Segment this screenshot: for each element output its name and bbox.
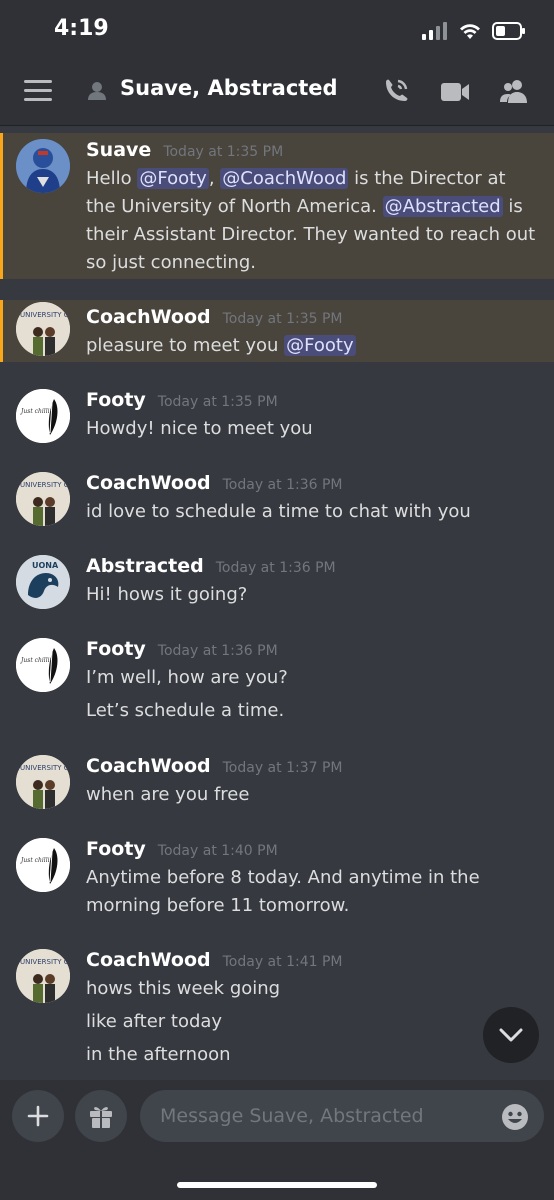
author-name[interactable]: CoachWood — [86, 949, 211, 971]
avatar[interactable]: Just chillin' — [16, 389, 70, 443]
message-item: UNIVERSITY OF NORTH AMERICA CoachWood To… — [0, 943, 554, 1080]
author-name[interactable]: CoachWood — [86, 306, 211, 328]
avatar[interactable]: UNIVERSITY OF NORTH AMERICA — [16, 302, 70, 356]
author-name[interactable]: CoachWood — [86, 472, 211, 494]
avatar[interactable]: Just chillin' — [16, 838, 70, 892]
message-item: Just chillin' Footy Today at 1:40 PM Any… — [0, 832, 554, 932]
feather-avatar-icon: Just chillin' — [16, 389, 70, 443]
scroll-to-bottom-button[interactable] — [483, 1007, 539, 1063]
members-icon[interactable] — [496, 74, 532, 110]
gift-icon — [90, 1107, 112, 1128]
feather-avatar-icon: Just chillin' — [16, 638, 70, 692]
avatar[interactable]: Just chillin' — [16, 638, 70, 692]
timestamp: Today at 1:36 PM — [157, 643, 278, 659]
uona-avatar-icon: UONA — [16, 555, 70, 609]
message-item: Suave Today at 1:35 PM Hello @Footy, @Co… — [0, 133, 554, 279]
message-text: Hello @Footy, @CoachWood is the Director… — [86, 168, 536, 273]
author-name[interactable]: Footy — [86, 389, 146, 411]
avatar[interactable]: UNIVERSITY OF NORTH AMERICA — [16, 755, 70, 809]
captain-avatar-icon — [16, 139, 70, 193]
author-name[interactable]: Abstracted — [86, 555, 204, 577]
timestamp: Today at 1:37 PM — [222, 760, 343, 776]
university-avatar-icon: UNIVERSITY OF NORTH AMERICA — [16, 472, 70, 526]
chevron-down-icon — [499, 1028, 523, 1042]
menu-icon[interactable] — [24, 80, 52, 104]
university-avatar-icon: UNIVERSITY OF NORTH AMERICA — [16, 302, 70, 356]
message-text: hows this week going like after today in… — [86, 978, 281, 1065]
channel-header: Suave, Abstracted — [0, 60, 554, 126]
message-text: when are you free — [86, 784, 250, 805]
call-icon[interactable] — [378, 74, 414, 110]
message-item: UNIVERSITY OF NORTH AMERICA CoachWood To… — [0, 466, 554, 536]
signal-icon — [422, 22, 447, 40]
avatar[interactable]: UNIVERSITY OF NORTH AMERICA — [16, 949, 70, 1003]
wifi-icon — [460, 24, 480, 39]
author-name[interactable]: Footy — [86, 838, 146, 860]
svg-text:UONA: UONA — [32, 561, 59, 570]
author-name[interactable]: CoachWood — [86, 755, 211, 777]
svg-text:UNIVERSITY OF NORTH AMERICA: UNIVERSITY OF NORTH AMERICA — [20, 311, 70, 319]
author-name[interactable]: Suave — [86, 139, 151, 161]
plus-icon — [27, 1105, 49, 1127]
message-text: Howdy! nice to meet you — [86, 418, 313, 439]
timestamp: Today at 1:36 PM — [222, 477, 343, 493]
message-text: pleasure to meet you @Footy — [86, 335, 356, 356]
svg-text:UNIVERSITY OF NORTH AMERICA: UNIVERSITY OF NORTH AMERICA — [20, 481, 70, 489]
message-item: Just chillin' Footy Today at 1:36 PM I’m… — [0, 632, 554, 732]
message-item: UONA Abstracted Today at 1:36 PM Hi! how… — [0, 549, 554, 619]
gift-button[interactable] — [75, 1090, 127, 1142]
status-bar: 4:19 — [0, 0, 554, 60]
message-item: Just chillin' Footy Today at 1:35 PM How… — [0, 383, 554, 453]
battery-icon — [492, 22, 525, 40]
message-item: UNIVERSITY OF NORTH AMERICA CoachWood To… — [0, 749, 554, 819]
home-indicator — [177, 1182, 377, 1188]
message-text: Anytime before 8 today. And anytime in t… — [86, 867, 480, 916]
mention-footy[interactable]: @Footy — [137, 168, 209, 189]
feather-avatar-icon: Just chillin' — [16, 838, 70, 892]
status-time: 4:19 — [54, 16, 109, 41]
mention-coachwood[interactable]: @CoachWood — [220, 168, 349, 189]
timestamp: Today at 1:35 PM — [222, 311, 343, 327]
user-icon — [88, 82, 106, 100]
composer-bar — [0, 1080, 554, 1200]
video-icon[interactable] — [437, 74, 473, 110]
timestamp: Today at 1:40 PM — [157, 843, 278, 859]
mention-abstracted[interactable]: @Abstracted — [382, 196, 503, 217]
mention-footy[interactable]: @Footy — [284, 335, 356, 356]
author-name[interactable]: Footy — [86, 638, 146, 660]
page-title: Suave, Abstracted — [120, 76, 338, 100]
status-icons — [422, 20, 526, 42]
avatar[interactable]: UNIVERSITY OF NORTH AMERICA — [16, 472, 70, 526]
message-text: I’m well, how are you? Let’s schedule a … — [86, 667, 288, 721]
timestamp: Today at 1:35 PM — [163, 144, 284, 160]
timestamp: Today at 1:41 PM — [222, 954, 343, 970]
svg-text:UNIVERSITY OF NORTH AMERICA: UNIVERSITY OF NORTH AMERICA — [20, 764, 70, 772]
avatar[interactable] — [16, 139, 70, 193]
timestamp: Today at 1:36 PM — [215, 560, 336, 576]
university-avatar-icon: UNIVERSITY OF NORTH AMERICA — [16, 949, 70, 1003]
message-text: Hi! hows it going? — [86, 584, 248, 605]
emoji-icon[interactable] — [500, 1102, 530, 1132]
message-list[interactable]: Suave Today at 1:35 PM Hello @Footy, @Co… — [0, 127, 554, 1080]
avatar[interactable]: UONA — [16, 555, 70, 609]
timestamp: Today at 1:35 PM — [157, 394, 278, 410]
message-input[interactable] — [140, 1090, 544, 1142]
svg-text:UNIVERSITY OF NORTH AMERICA: UNIVERSITY OF NORTH AMERICA — [20, 958, 70, 966]
add-attachment-button[interactable] — [12, 1090, 64, 1142]
message-item: UNIVERSITY OF NORTH AMERICA CoachWood To… — [0, 300, 554, 362]
university-avatar-icon: UNIVERSITY OF NORTH AMERICA — [16, 755, 70, 809]
message-text: id love to schedule a time to chat with … — [86, 501, 471, 522]
